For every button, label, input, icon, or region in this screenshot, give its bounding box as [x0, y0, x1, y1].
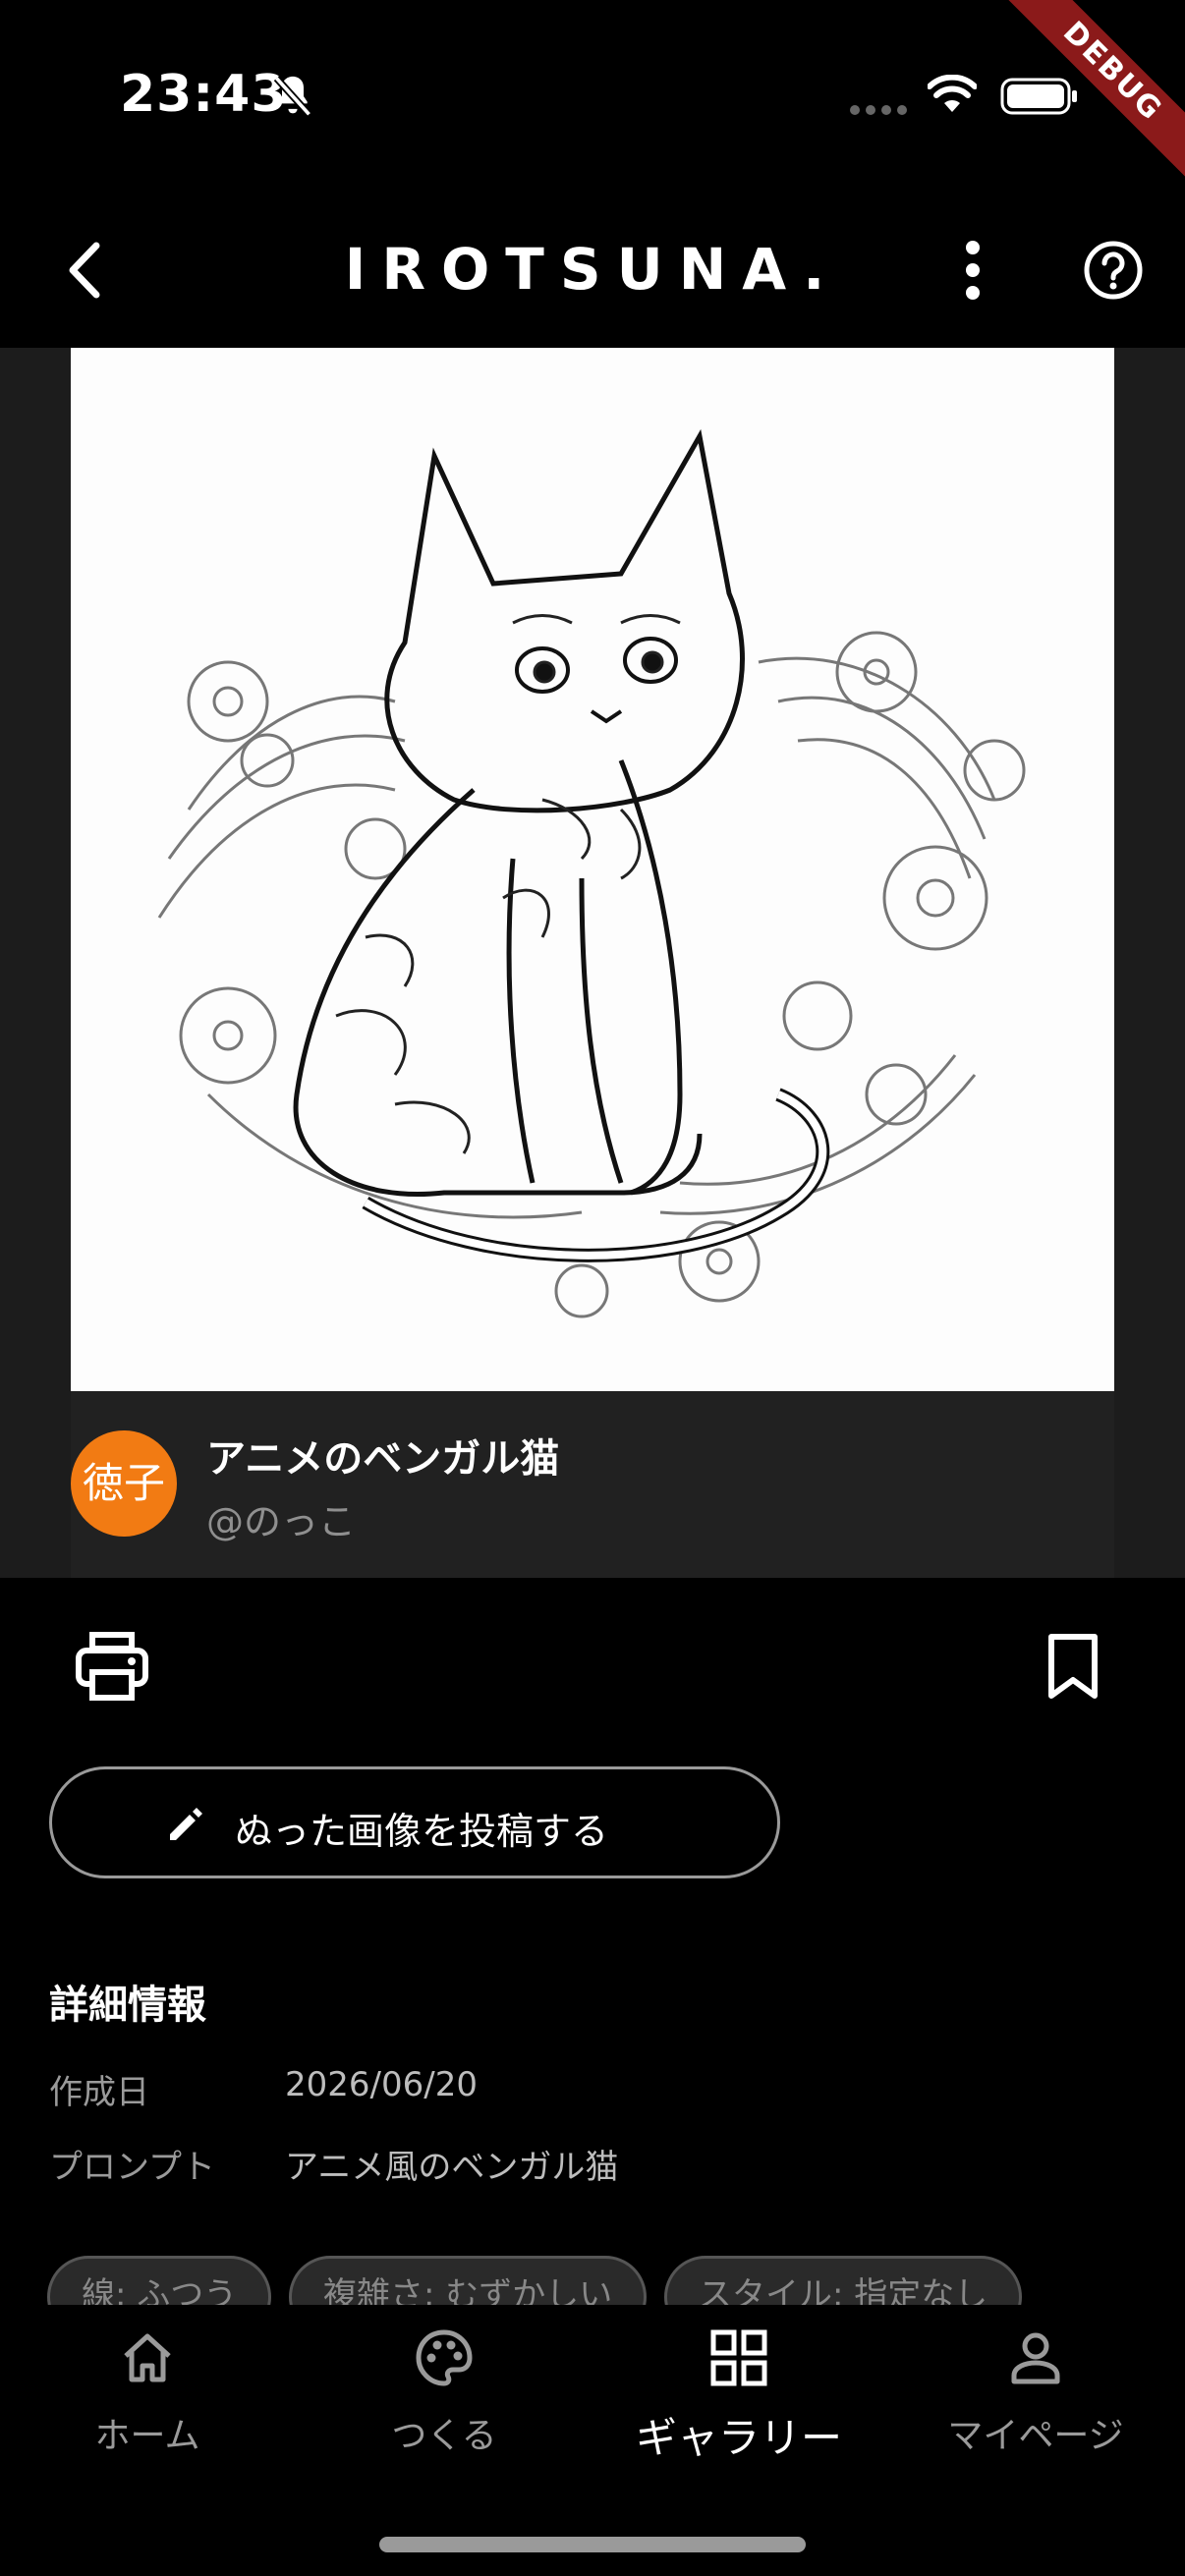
artwork-image[interactable] — [71, 348, 1114, 1391]
person-icon — [1011, 2332, 1060, 2384]
wifi-icon — [928, 75, 977, 112]
post-painted-image-button[interactable]: ぬった画像を投稿する — [49, 1766, 780, 1878]
detail-label-created: 作成日 — [49, 2073, 149, 2112]
avatar[interactable]: 徳子 — [71, 1430, 177, 1537]
post-button-label: ぬった画像を投稿する — [235, 1810, 609, 1853]
author-handle[interactable]: @のっこ — [206, 1491, 356, 1545]
nav-label-home: ホーム — [94, 2416, 200, 2456]
author-bar: 徳子 アニメのベンガル猫 @のっこ — [71, 1391, 1114, 1578]
print-button[interactable] — [73, 1629, 151, 1704]
battery-icon — [1000, 78, 1077, 115]
nav-label-gallery: ギャラリー — [635, 2414, 842, 2462]
bell-off-icon — [273, 76, 312, 117]
home-icon — [124, 2333, 171, 2382]
bottom-nav: ホーム つくる ギャラリー マイページ — [0, 2305, 1185, 2576]
home-indicator[interactable] — [379, 2537, 806, 2552]
artwork-title: アニメのベンガル猫 — [206, 1436, 560, 1482]
brand-logo: IROTSUNA. — [344, 236, 841, 303]
pencil-icon — [170, 1808, 202, 1840]
nav-label-create: つくる — [391, 2416, 497, 2456]
app-bar: IROTSUNA. — [0, 206, 1185, 334]
nav-item-gallery[interactable]: ギャラリー — [592, 2326, 886, 2474]
details-heading: 詳細情報 — [49, 1983, 206, 2028]
detail-label-prompt: プロンプト — [49, 2148, 215, 2187]
help-button[interactable] — [1075, 232, 1152, 308]
nav-item-create[interactable]: つくる — [297, 2326, 592, 2474]
detail-value-created: 2026/06/20 — [285, 2065, 478, 2104]
cat-line-art — [157, 428, 1026, 1318]
more-options-button[interactable] — [943, 232, 1002, 308]
palette-icon — [416, 2329, 473, 2386]
detail-value-prompt: アニメ風のベンガル猫 — [285, 2148, 619, 2187]
nav-label-mypage: マイページ — [947, 2416, 1124, 2456]
bookmark-button[interactable] — [1044, 1631, 1102, 1702]
signal-icon — [850, 105, 907, 115]
status-time: 23:43 — [120, 65, 288, 124]
status-bar: 23:43 — [0, 0, 1185, 196]
nav-item-home[interactable]: ホーム — [0, 2326, 295, 2474]
grid-icon — [710, 2329, 767, 2386]
nav-item-mypage[interactable]: マイページ — [888, 2326, 1183, 2474]
